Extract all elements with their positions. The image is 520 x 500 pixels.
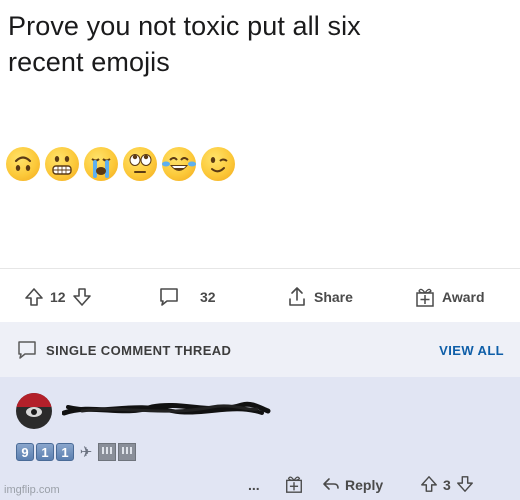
grimacing-face-icon	[45, 147, 79, 181]
reply-button[interactable]: Reply	[322, 471, 383, 499]
award-label: Award	[442, 289, 485, 305]
face-with-tears-of-joy-icon	[162, 147, 196, 181]
downvote-icon[interactable]	[72, 287, 92, 307]
view-all-link[interactable]: VIEW ALL	[439, 343, 504, 358]
award-button[interactable]: Award	[414, 275, 485, 319]
share-icon	[286, 286, 308, 308]
comment-action-bar: ... Reply 3	[0, 471, 520, 499]
watermark: imgflip.com	[4, 484, 60, 496]
comment-vote-controls: 3	[420, 471, 474, 499]
gift-icon	[414, 286, 436, 308]
comment-count: 32	[200, 289, 216, 305]
more-options-button[interactable]: ...	[248, 471, 260, 499]
comment-bubble-icon	[16, 339, 38, 366]
upside-down-face-icon	[6, 147, 40, 181]
comment-body: 9 1 1 ✈	[16, 443, 136, 461]
keycap-digit: 1	[36, 443, 54, 461]
post: Prove you not toxic put all six recent e…	[0, 0, 520, 268]
award-button[interactable]	[284, 471, 304, 499]
loudly-crying-face-icon	[84, 147, 118, 181]
post-title: Prove you not toxic put all six recent e…	[8, 8, 508, 80]
comment-score: 3	[443, 477, 451, 493]
thread-label: SINGLE COMMENT THREAD	[46, 343, 232, 358]
face-with-rolling-eyes-icon	[123, 147, 157, 181]
share-label: Share	[314, 289, 353, 305]
avatar[interactable]	[16, 393, 52, 429]
upvote-icon[interactable]	[24, 287, 44, 307]
airplane-icon: ✈	[79, 444, 93, 461]
upvote-icon[interactable]	[420, 475, 438, 496]
winking-face-icon	[201, 147, 235, 181]
post-title-line-2: recent emojis	[8, 47, 170, 77]
post-action-bar: 12 32 Share Award	[0, 275, 520, 319]
downvote-icon[interactable]	[456, 475, 474, 496]
vote-controls: 12	[24, 275, 92, 319]
office-building-icon	[98, 443, 116, 461]
upvote-count: 12	[50, 289, 66, 305]
share-button[interactable]: Share	[286, 275, 353, 319]
post-title-line-1: Prove you not toxic put all six	[8, 11, 361, 41]
reply-label: Reply	[345, 477, 384, 493]
emoji-row	[6, 147, 235, 181]
divider	[0, 268, 520, 269]
thread-header: SINGLE COMMENT THREAD VIEW ALL	[0, 322, 520, 377]
office-building-icon	[118, 443, 136, 461]
reply-arrow-icon	[322, 475, 340, 496]
redaction-scribble	[62, 401, 271, 416]
comments-button[interactable]: 32	[158, 275, 216, 319]
keycap-digit: 1	[56, 443, 74, 461]
comment-bubble-icon	[158, 286, 180, 308]
gift-icon	[284, 474, 304, 497]
comment: 9 1 1 ✈ ... Reply 3	[0, 377, 520, 500]
keycap-digit: 9	[16, 443, 34, 461]
